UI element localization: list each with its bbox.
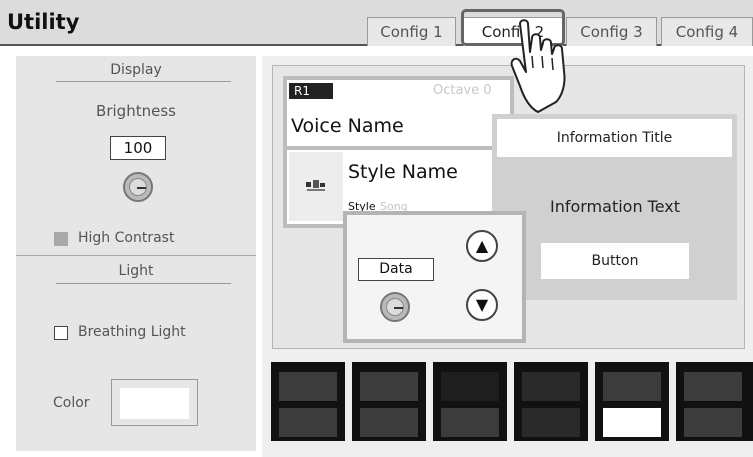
color-label: Color <box>53 395 90 411</box>
up-arrow-button[interactable]: ▲ <box>466 230 498 262</box>
section-separator <box>16 255 256 256</box>
hand-pointer-icon <box>508 16 588 116</box>
voice-name: Voice Name <box>291 115 404 137</box>
pad-button[interactable] <box>676 362 753 441</box>
tab-config-4[interactable]: Config 4 <box>661 17 753 46</box>
pad-bottom-swatch <box>522 408 580 437</box>
pad-button[interactable] <box>352 362 426 441</box>
color-swatch <box>120 388 189 419</box>
pad-bottom-swatch <box>441 408 499 437</box>
pad-button[interactable] <box>271 362 345 441</box>
pad-top-swatch <box>279 372 337 401</box>
display-divider <box>56 81 231 82</box>
pad-top-swatch <box>522 372 580 401</box>
page-title: Utility <box>7 10 80 34</box>
light-section-label: Light <box>118 263 154 279</box>
brightness-value-field[interactable]: 100 <box>110 136 166 160</box>
brightness-label: Brightness <box>96 102 176 120</box>
pad-top-swatch <box>441 372 499 401</box>
pad-button[interactable] <box>595 362 669 441</box>
display-section-label: Display <box>110 62 162 78</box>
pad-top-swatch <box>360 372 418 401</box>
brightness-knob[interactable] <box>123 172 153 202</box>
data-knob[interactable] <box>380 292 410 322</box>
tab-config-1[interactable]: Config 1 <box>367 17 456 46</box>
breathing-light-checkbox[interactable] <box>54 326 68 340</box>
information-title: Information Title <box>497 119 732 157</box>
down-arrow-button[interactable]: ▼ <box>466 289 498 321</box>
style-name: Style Name <box>348 161 458 183</box>
light-divider <box>56 283 231 284</box>
pad-bottom-swatch <box>360 408 418 437</box>
style-thumbnail-icon <box>305 177 327 191</box>
pad-bottom-swatch <box>603 408 661 437</box>
information-button[interactable]: Button <box>541 243 689 279</box>
octave-label: Octave 0 <box>433 83 492 98</box>
pad-bottom-swatch <box>279 408 337 437</box>
pad-button[interactable] <box>514 362 588 441</box>
pad-top-swatch <box>603 372 661 401</box>
voice-part-badge: R1 <box>289 83 333 99</box>
breathing-light-label: Breathing Light <box>78 324 186 340</box>
high-contrast-checkbox[interactable] <box>54 232 68 246</box>
pad-top-swatch <box>684 372 742 401</box>
pad-bottom-swatch <box>684 408 742 437</box>
style-thumbnail <box>289 152 343 221</box>
data-value-field[interactable]: Data <box>358 258 434 281</box>
information-text: Information Text <box>549 197 681 216</box>
high-contrast-label: High Contrast <box>78 230 175 246</box>
color-picker-frame[interactable] <box>111 379 198 426</box>
pad-button[interactable] <box>433 362 507 441</box>
